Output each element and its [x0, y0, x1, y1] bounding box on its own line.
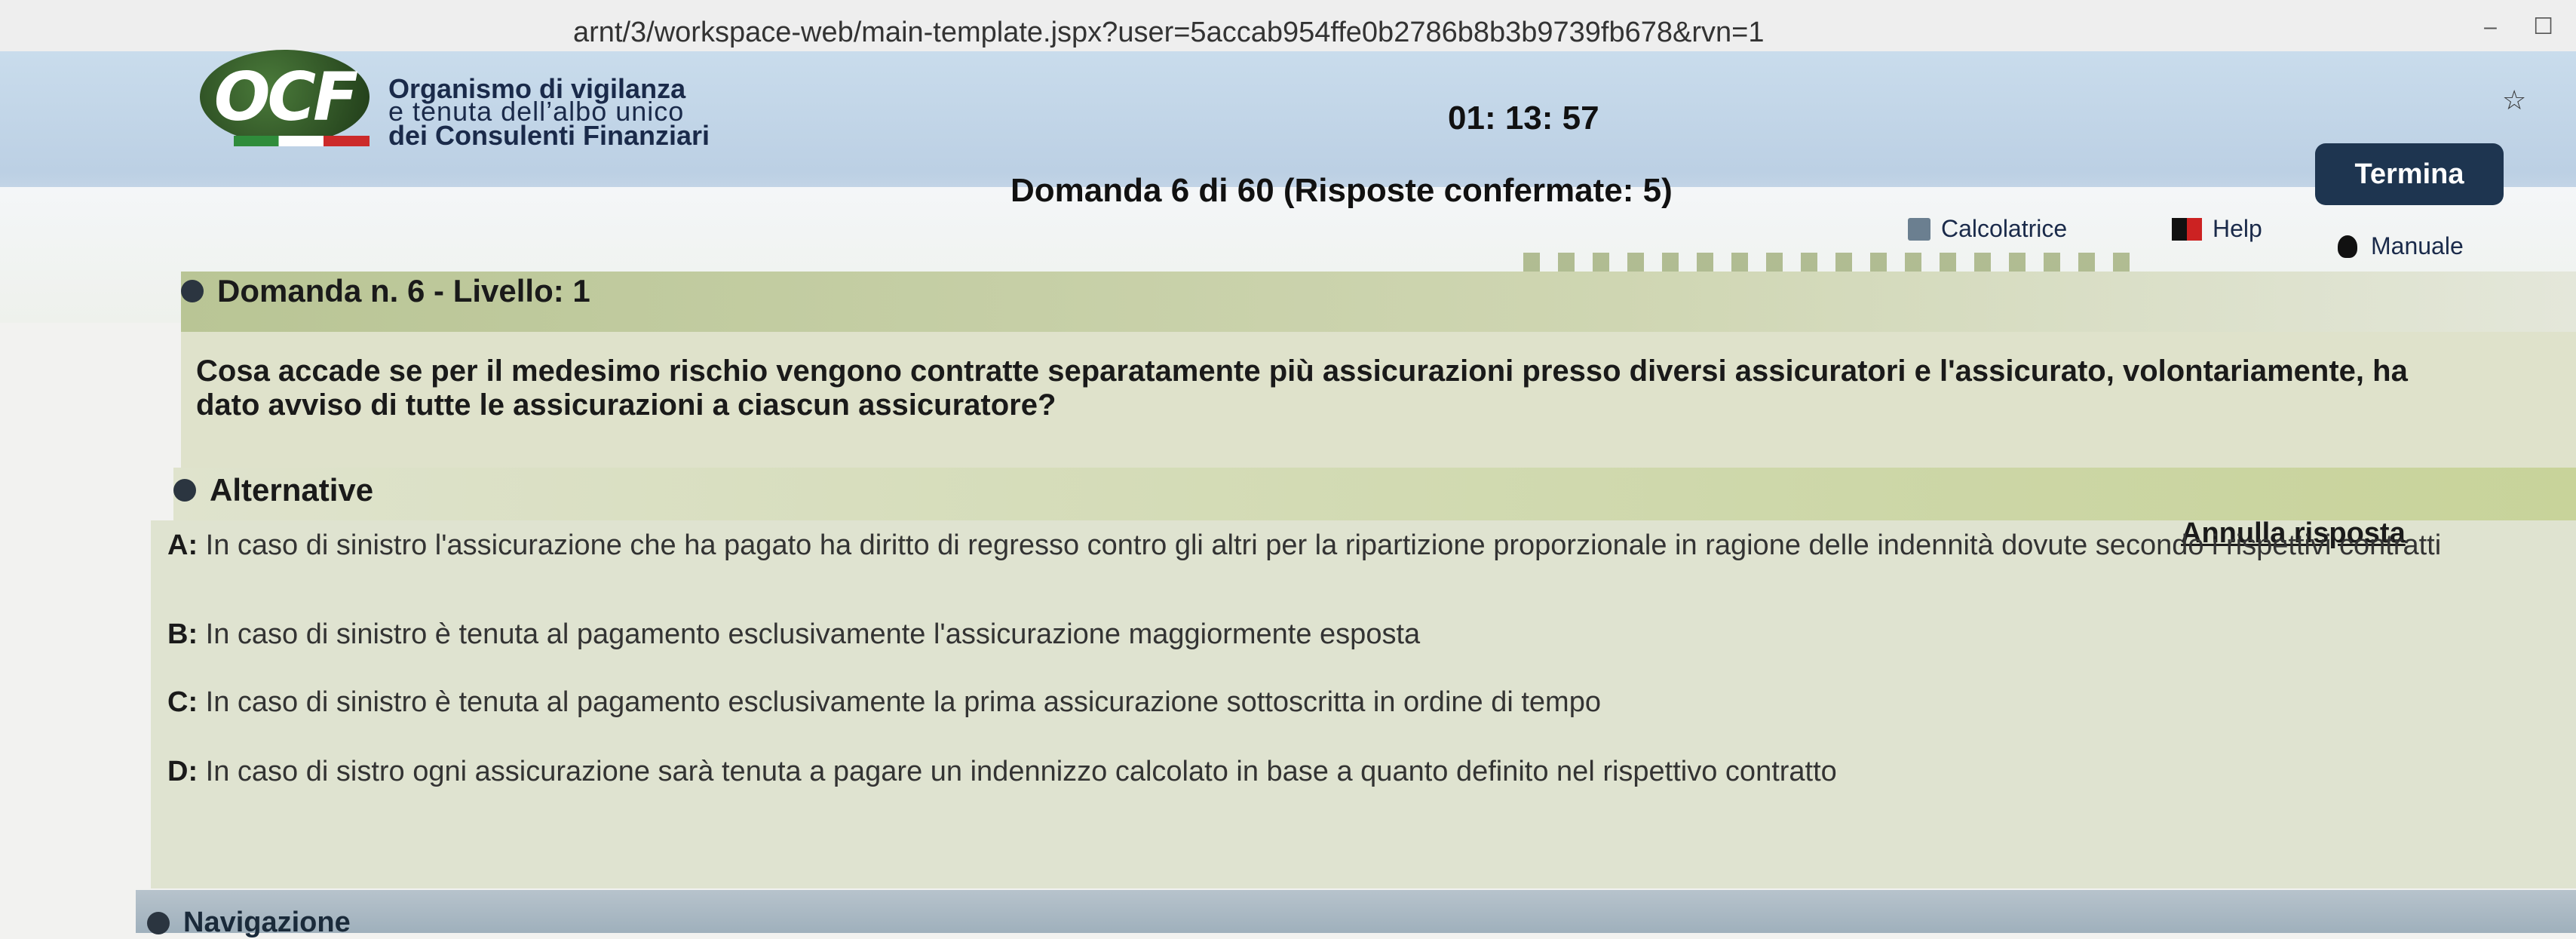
section-toggle-icon[interactable] — [147, 911, 170, 934]
alternatives-bar — [173, 468, 2576, 520]
answer-letter: B: — [167, 618, 198, 650]
alternatives-title: Alternative — [173, 472, 373, 508]
section-toggle-icon[interactable] — [173, 479, 196, 502]
answer-option-a[interactable]: A: In caso di sinistro l'assicurazione c… — [167, 529, 2441, 562]
exam-timer: 01: 13: 57 — [1448, 100, 1599, 137]
browser-url-bar[interactable]: arnt/3/workspace-web/main-template.jspx?… — [0, 0, 2576, 51]
star-icon[interactable]: ☆ — [2502, 84, 2526, 116]
help-label: Help — [2213, 215, 2262, 242]
answer-option-d[interactable]: D: In caso di sistro ogni assicurazione … — [167, 756, 1837, 788]
org-name-line3: dei Consulenti Finanziari — [388, 120, 710, 151]
manual-link[interactable]: Manuale — [2338, 232, 2464, 260]
window-controls: – ☐ — [2454, 14, 2553, 40]
flag-stripe — [234, 136, 370, 146]
answer-text: In caso di sinistro l'assicurazione che … — [198, 529, 2442, 561]
manual-label: Manuale — [2371, 232, 2464, 259]
calculator-icon — [1908, 217, 1930, 241]
answer-text: In caso di sistro ogni assicurazione sar… — [198, 756, 1837, 787]
ocf-logo: OCF — [200, 50, 370, 144]
answer-option-c[interactable]: C: In caso di sinistro è tenuta al pagam… — [167, 686, 1601, 719]
answer-text: In caso di sinistro è tenuta al pagament… — [198, 686, 1601, 718]
calculator-link[interactable]: Calcolatrice — [1908, 215, 2067, 243]
alternatives-title-text: Alternative — [210, 472, 374, 508]
answer-letter: D: — [167, 756, 198, 787]
question-title: Domanda n. 6 - Livello: 1 — [181, 273, 590, 309]
question-title-text: Domanda n. 6 - Livello: 1 — [217, 273, 590, 308]
navigation-title: Navigazione — [147, 907, 351, 939]
navigation-title-text: Navigazione — [183, 907, 351, 938]
url-text[interactable]: arnt/3/workspace-web/main-template.jspx?… — [573, 17, 1765, 49]
answer-option-b[interactable]: B: In caso di sinistro è tenuta al pagam… — [167, 618, 1420, 651]
question-text: Cosa accade se per il medesimo rischio v… — [196, 354, 2408, 422]
minimize-icon[interactable]: – — [2484, 14, 2497, 39]
navigation-bar — [136, 890, 2576, 933]
help-flag-icon — [2172, 217, 2202, 241]
answer-text: In caso di sinistro è tenuta al pagament… — [198, 618, 1421, 650]
question-progress: Domanda 6 di 60 (Risposte confermate: 5) — [1010, 172, 1673, 209]
section-toggle-icon[interactable] — [181, 280, 204, 302]
maximize-icon[interactable]: ☐ — [2533, 14, 2553, 39]
help-link[interactable]: Help — [2172, 215, 2262, 243]
answer-letter: C: — [167, 686, 198, 718]
calculator-label: Calcolatrice — [1941, 215, 2068, 242]
termina-button[interactable]: Termina — [2315, 143, 2504, 205]
manual-icon — [2338, 235, 2357, 258]
answer-letter: A: — [167, 529, 198, 561]
